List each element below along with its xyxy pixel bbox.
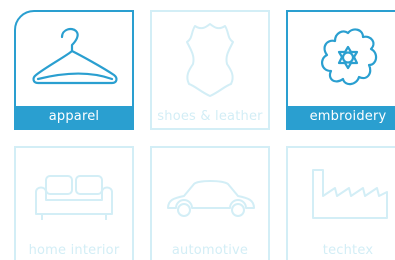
category-tile-home-interior[interactable]: home interior (14, 146, 134, 260)
category-tile-apparel[interactable]: apparel (14, 10, 134, 130)
category-label: apparel (16, 106, 132, 128)
category-grid: apparel shoes & leather embroidery home … (0, 0, 395, 260)
category-tile-techtex[interactable]: techtex (286, 146, 395, 260)
flower-icon (288, 20, 395, 100)
category-label: automotive (171, 243, 249, 258)
category-label: techtex (322, 243, 374, 258)
sofa-icon (16, 156, 132, 236)
category-tile-automotive[interactable]: automotive (150, 146, 270, 260)
category-label: shoes & leather (157, 109, 263, 124)
category-label: home interior (28, 243, 120, 258)
factory-icon (288, 156, 395, 236)
leather-hide-icon (152, 20, 268, 100)
category-tile-shoes-leather[interactable]: shoes & leather (150, 10, 270, 130)
car-icon (152, 156, 268, 236)
hanger-icon (16, 20, 132, 100)
category-tile-embroidery[interactable]: embroidery (286, 10, 395, 130)
category-label: embroidery (288, 106, 395, 128)
